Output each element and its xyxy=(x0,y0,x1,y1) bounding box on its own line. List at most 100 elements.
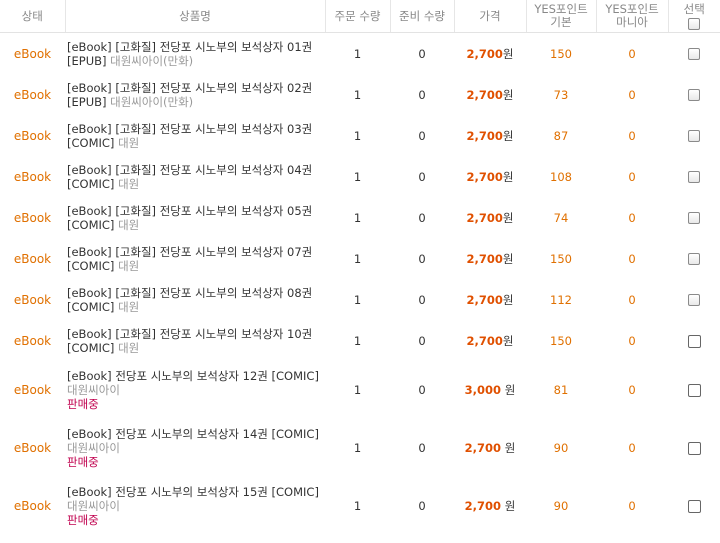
publisher-link[interactable]: 대원씨아이 xyxy=(67,383,120,397)
publisher-link[interactable]: 대원씨아이 xyxy=(67,441,120,455)
select-checkbox[interactable] xyxy=(687,384,701,397)
point-basic: 150 xyxy=(550,46,572,61)
select-cell xyxy=(668,361,720,419)
select-checkbox[interactable] xyxy=(687,334,701,348)
header-status: 상태 xyxy=(0,0,65,33)
select-cell xyxy=(668,156,720,197)
select-cell xyxy=(668,33,720,75)
header-select: 선택 xyxy=(667,0,720,33)
select-cell xyxy=(668,320,720,361)
ready-qty: 0 xyxy=(418,128,426,143)
product-title-link[interactable]: [eBook] 전당포 시노부의 보석상자 12권 [COMIC] xyxy=(67,369,319,383)
order-qty: 1 xyxy=(353,128,362,143)
price-unit: 원 xyxy=(504,383,516,397)
table-row: eBook [eBook] [고화질] 전당포 시노부의 보석상자 10권 [CO… xyxy=(0,320,720,361)
publisher-link[interactable]: 대원씨아이(만화) xyxy=(110,54,193,68)
select-checkbox[interactable] xyxy=(688,130,700,142)
product-name-cell: [eBook] 전당포 시노부의 보석상자 15권 [COMIC] 대원씨아이 판… xyxy=(65,477,325,535)
price-unit: 원 xyxy=(502,251,514,266)
product-name-cell: [eBook] 전당포 시노부의 보석상자 14권 [COMIC] 대원씨아이 판… xyxy=(65,419,325,477)
price-cell: 2,700원 xyxy=(454,279,526,320)
header-point-basic-line1: YES포인트 xyxy=(534,2,588,16)
product-title-link[interactable]: [eBook] [고화질] 전당포 시노부의 보석상자 08권 [COMIC] xyxy=(67,286,312,314)
header-point-mania-line1: YES포인트 xyxy=(605,2,659,16)
publisher-link[interactable]: 대원 xyxy=(118,218,139,232)
order-qty: 1 xyxy=(353,383,362,397)
price-value: 2,700 xyxy=(466,46,503,61)
point-mania: 0 xyxy=(628,87,636,102)
table-header: 상태 상품명 주문 수량 준비 수량 가격 YES포인트 기본 YES포인트 마… xyxy=(0,0,720,33)
table-row: eBook [eBook] [고화질] 전당포 시노부의 보석상자 08권 [CO… xyxy=(0,279,720,320)
product-title-link[interactable]: [eBook] [고화질] 전당포 시노부의 보석상자 07권 [COMIC] xyxy=(67,245,312,273)
point-basic: 87 xyxy=(553,128,569,143)
header-ready-qty: 준비 수량 xyxy=(389,0,454,33)
table-row: eBook [eBook] [고화질] 전당포 시노부의 보석상자 04권 [CO… xyxy=(0,156,720,197)
status-label: eBook xyxy=(13,499,52,513)
order-qty: 1 xyxy=(353,87,362,102)
product-title-link[interactable]: [eBook] [고화질] 전당포 시노부의 보석상자 10권 [COMIC] xyxy=(67,327,312,355)
product-title-link[interactable]: [eBook] 전당포 시노부의 보석상자 14권 [COMIC] xyxy=(67,427,319,441)
product-title-link[interactable]: [eBook] [고화질] 전당포 시노부의 보석상자 05권 [COMIC] xyxy=(67,204,312,232)
publisher-link[interactable]: 대원 xyxy=(118,177,139,191)
price-cell: 2,700 원 xyxy=(454,477,526,535)
price-unit: 원 xyxy=(502,87,514,102)
product-name-cell: [eBook] [고화질] 전당포 시노부의 보석상자 10권 [COMIC] … xyxy=(65,320,325,361)
select-checkbox[interactable] xyxy=(687,500,701,513)
publisher-link[interactable]: 대원 xyxy=(118,341,139,355)
point-basic: 90 xyxy=(553,441,569,455)
select-cell xyxy=(668,279,720,320)
order-qty: 1 xyxy=(353,292,362,307)
header-order-qty: 주문 수량 xyxy=(324,0,390,33)
publisher-link[interactable]: 대원씨아이 xyxy=(67,499,120,513)
publisher-link[interactable]: 대원 xyxy=(118,259,139,273)
price-cell: 2,700원 xyxy=(454,197,526,238)
product-title-link[interactable]: [eBook] 전당포 시노부의 보석상자 15권 [COMIC] xyxy=(67,485,319,499)
status-label: eBook xyxy=(13,128,52,143)
select-all-checkbox[interactable] xyxy=(688,17,701,30)
table-row: eBook [eBook] 전당포 시노부의 보석상자 12권 [COMIC] 대… xyxy=(0,361,720,419)
point-mania: 0 xyxy=(628,169,636,184)
product-title-link[interactable]: [eBook] [고화질] 전당포 시노부의 보석상자 04권 [COMIC] xyxy=(67,163,312,191)
point-mania: 0 xyxy=(628,128,636,143)
publisher-link[interactable]: 대원 xyxy=(118,300,139,314)
header-point-basic-line2: 기본 xyxy=(550,15,572,29)
order-items-table: 상태 상품명 주문 수량 준비 수량 가격 YES포인트 기본 YES포인트 마… xyxy=(0,0,720,535)
point-basic: 108 xyxy=(550,169,572,184)
select-checkbox[interactable] xyxy=(688,253,700,265)
publisher-link[interactable]: 대원 xyxy=(118,136,139,150)
select-checkbox[interactable] xyxy=(687,442,701,455)
select-checkbox[interactable] xyxy=(688,171,700,183)
point-mania: 0 xyxy=(628,441,636,455)
order-qty: 1 xyxy=(353,46,362,61)
price-value: 2,700 xyxy=(466,210,503,225)
select-cell xyxy=(668,115,720,156)
table-row: eBook [eBook] [고화질] 전당포 시노부의 보석상자 07권 [CO… xyxy=(0,238,720,279)
price-unit: 원 xyxy=(502,210,514,225)
order-qty: 1 xyxy=(353,441,362,455)
select-checkbox[interactable] xyxy=(688,89,700,101)
product-name-cell: [eBook] [고화질] 전당포 시노부의 보석상자 03권 [COMIC] … xyxy=(65,115,325,156)
status-label: eBook xyxy=(13,169,52,184)
ready-qty: 0 xyxy=(418,499,426,513)
price-value: 3,000 xyxy=(464,383,502,397)
table-row: eBook [eBook] [고화질] 전당포 시노부의 보석상자 05권 [CO… xyxy=(0,197,720,238)
order-qty: 1 xyxy=(353,499,362,513)
product-title-link[interactable]: [eBook] [고화질] 전당포 시노부의 보석상자 03권 [COMIC] xyxy=(67,122,312,150)
table-row: eBook [eBook] 전당포 시노부의 보석상자 14권 [COMIC] 대… xyxy=(0,419,720,477)
point-basic: 81 xyxy=(553,383,569,397)
price-cell: 2,700원 xyxy=(454,320,526,361)
ready-qty: 0 xyxy=(418,251,426,266)
select-cell xyxy=(668,197,720,238)
product-name-cell: [eBook] [고화질] 전당포 시노부의 보석상자 04권 [COMIC] … xyxy=(65,156,325,197)
select-checkbox[interactable] xyxy=(688,48,700,60)
status-label: eBook xyxy=(13,210,52,225)
price-value: 2,700 xyxy=(466,292,503,307)
select-checkbox[interactable] xyxy=(688,212,700,224)
price-unit: 원 xyxy=(504,499,516,513)
point-mania: 0 xyxy=(628,499,636,513)
price-unit: 원 xyxy=(502,128,514,143)
publisher-link[interactable]: 대원씨아이(만화) xyxy=(110,95,193,109)
select-checkbox[interactable] xyxy=(688,294,700,306)
sale-status: 판매중 xyxy=(67,397,99,411)
header-point-basic: YES포인트 기본 xyxy=(525,0,596,33)
